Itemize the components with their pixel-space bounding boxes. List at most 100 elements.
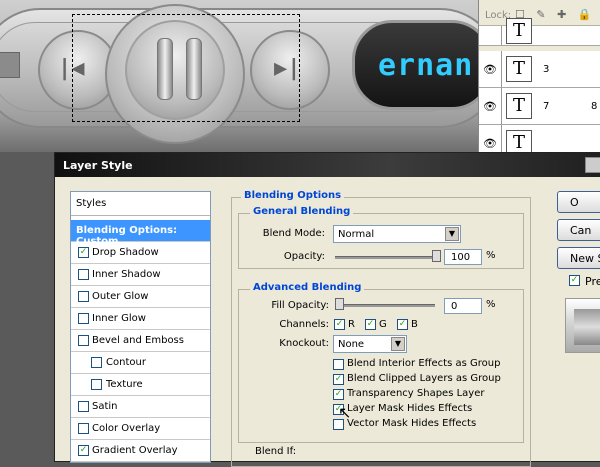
opacity-label: Opacity: bbox=[283, 251, 325, 262]
layer-row[interactable]: 👁 T 7 8 bbox=[479, 88, 600, 125]
channel-r-label: R bbox=[348, 319, 355, 330]
channel-g-label: G bbox=[379, 319, 387, 330]
fill-opacity-value: 0 bbox=[451, 301, 458, 312]
style-item-color-overlay[interactable]: Color Overlay bbox=[71, 418, 210, 440]
new-style-button-label: New S bbox=[570, 252, 600, 265]
checkbox[interactable] bbox=[78, 423, 89, 434]
styles-header[interactable]: Styles bbox=[71, 192, 210, 216]
styles-list: Styles Blending Options: Custom ✓ Drop S… bbox=[70, 191, 211, 463]
channel-g-checkbox[interactable]: ✓ bbox=[365, 319, 376, 330]
advanced-blending-title: Advanced Blending bbox=[250, 282, 365, 293]
option-label: Layer Mask Hides Effects bbox=[347, 403, 473, 414]
opacity-value: 100 bbox=[451, 252, 471, 263]
marquee-selection[interactable] bbox=[72, 14, 300, 122]
checkbox[interactable] bbox=[91, 379, 102, 390]
layer-separator bbox=[501, 26, 502, 45]
opacity-unit: % bbox=[486, 250, 496, 261]
cancel-button-label: Can bbox=[570, 224, 592, 237]
layer-row[interactable]: 👁 T 3 bbox=[479, 51, 600, 88]
knockout-value: None bbox=[338, 339, 365, 350]
blend-mode-value: Normal bbox=[338, 229, 375, 240]
general-blending-title: General Blending bbox=[250, 206, 354, 217]
fill-opacity-unit: % bbox=[486, 299, 496, 310]
fill-opacity-input[interactable]: 0 bbox=[444, 298, 482, 314]
checkbox-checked[interactable]: ✓ bbox=[333, 389, 344, 400]
text-layer-thumbnail: T bbox=[506, 18, 532, 44]
knockout-dropdown[interactable]: None ▼ bbox=[333, 335, 407, 353]
cancel-button[interactable]: Can bbox=[557, 219, 600, 241]
layer-style-dialog: Layer Style Styles Blending Options: Cus… bbox=[54, 152, 600, 467]
new-style-button[interactable]: New S bbox=[557, 247, 600, 269]
checkbox[interactable] bbox=[78, 269, 89, 280]
fill-opacity-slider[interactable] bbox=[335, 304, 435, 307]
checkbox-checked[interactable]: ✓ bbox=[78, 445, 89, 456]
document-canvas: |◀ ▶| ernan bbox=[0, 0, 478, 152]
style-item-drop-shadow[interactable]: ✓ Drop Shadow bbox=[71, 242, 210, 264]
checkbox[interactable] bbox=[78, 401, 89, 412]
style-item-contour[interactable]: Contour bbox=[71, 352, 210, 374]
opacity-input[interactable]: 100 bbox=[444, 249, 482, 265]
player-left-stub bbox=[0, 52, 20, 78]
close-button[interactable] bbox=[585, 157, 600, 173]
checkbox-checked[interactable]: ✓ bbox=[78, 247, 89, 258]
fill-opacity-slider-handle[interactable] bbox=[335, 298, 344, 310]
checkbox[interactable] bbox=[78, 335, 89, 346]
mouse-pointer-icon: ↖ bbox=[338, 403, 352, 422]
opacity-slider[interactable] bbox=[335, 256, 440, 259]
option-label: Blend Clipped Layers as Group bbox=[347, 373, 501, 384]
ok-button-label: O bbox=[570, 196, 579, 209]
dialog-titlebar[interactable]: Layer Style bbox=[55, 153, 600, 177]
option-label: Vector Mask Hides Effects bbox=[347, 418, 477, 429]
style-item-label: Drop Shadow bbox=[92, 247, 159, 258]
eye-icon[interactable]: 👁 bbox=[483, 63, 497, 76]
style-item-satin[interactable]: Satin bbox=[71, 396, 210, 418]
fill-opacity-label: Fill Opacity: bbox=[271, 300, 329, 311]
style-item-label: Inner Shadow bbox=[92, 269, 161, 280]
blend-if-label: Blend If: bbox=[255, 446, 297, 457]
style-item-texture[interactable]: Texture bbox=[71, 374, 210, 396]
checkbox-checked[interactable]: ✓ bbox=[333, 374, 344, 385]
style-item-label: Bevel and Emboss bbox=[92, 335, 184, 346]
layer-separator bbox=[501, 51, 502, 87]
eye-icon[interactable]: 👁 bbox=[483, 100, 497, 113]
style-item-bevel-emboss[interactable]: Bevel and Emboss bbox=[71, 330, 210, 352]
preview-label: Pre bbox=[585, 275, 600, 288]
channels-label: Channels: bbox=[279, 319, 329, 330]
style-item-label: Satin bbox=[92, 401, 118, 412]
channel-r-checkbox[interactable]: ✓ bbox=[334, 319, 345, 330]
checkbox[interactable] bbox=[333, 359, 344, 370]
style-item-outer-glow[interactable]: Outer Glow bbox=[71, 286, 210, 308]
opacity-slider-handle[interactable] bbox=[432, 250, 441, 262]
style-item-label: Color Overlay bbox=[92, 423, 161, 434]
preview-swatch bbox=[565, 298, 600, 353]
checkbox[interactable] bbox=[78, 291, 89, 302]
option-label: Transparency Shapes Layer bbox=[347, 388, 485, 399]
layer-row[interactable]: T bbox=[479, 18, 600, 46]
style-item-label: Contour bbox=[106, 357, 146, 368]
eye-icon[interactable]: 👁 bbox=[483, 137, 497, 150]
layer-name-suffix: 8 bbox=[591, 101, 598, 112]
chevron-down-icon: ▼ bbox=[445, 227, 459, 241]
style-item-blending-options[interactable]: Blending Options: Custom bbox=[71, 220, 210, 247]
layer-name: 3 bbox=[543, 64, 550, 75]
text-layer-thumbnail: T bbox=[506, 93, 532, 119]
checkbox[interactable] bbox=[91, 357, 102, 368]
channel-b-checkbox[interactable]: ✓ bbox=[397, 319, 408, 330]
lock-row: Lock: ☐ ✎ ✚ 🔒 bbox=[479, 6, 600, 26]
style-item-label: Inner Glow bbox=[92, 313, 146, 324]
style-item-label: Texture bbox=[106, 379, 143, 390]
lcd-text: ernan bbox=[378, 48, 474, 83]
chevron-down-icon: ▼ bbox=[391, 337, 405, 351]
layer-separator bbox=[501, 88, 502, 124]
blend-mode-dropdown[interactable]: Normal ▼ bbox=[333, 225, 461, 243]
dialog-title: Layer Style bbox=[63, 159, 133, 172]
style-item-label: Outer Glow bbox=[92, 291, 149, 302]
style-item-gradient-overlay[interactable]: ✓ Gradient Overlay bbox=[71, 440, 210, 462]
style-item-inner-shadow[interactable]: Inner Shadow bbox=[71, 264, 210, 286]
option-label: Blend Interior Effects as Group bbox=[347, 358, 501, 369]
channel-b-label: B bbox=[411, 319, 418, 330]
ok-button[interactable]: O bbox=[557, 191, 600, 213]
style-item-inner-glow[interactable]: Inner Glow bbox=[71, 308, 210, 330]
checkbox[interactable] bbox=[78, 313, 89, 324]
preview-checkbox[interactable]: ✓ bbox=[569, 275, 580, 286]
